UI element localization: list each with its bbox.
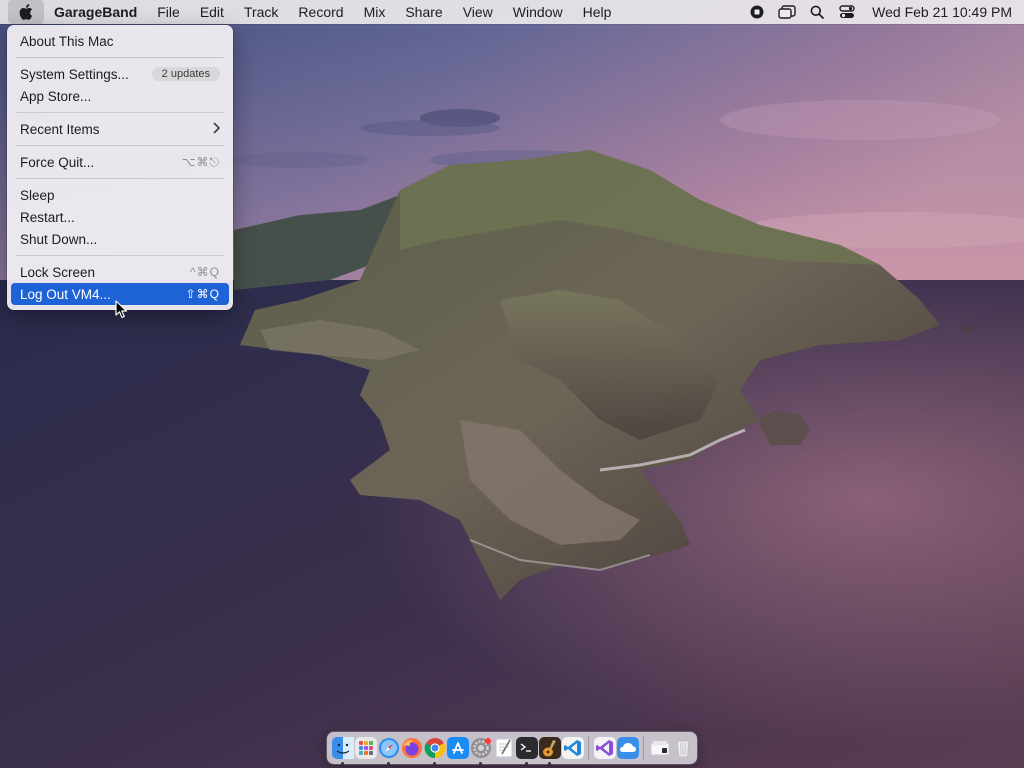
downloads-folder-icon[interactable]: [649, 737, 671, 759]
menu-bar-status-area: Wed Feb 21 10:49 PM: [742, 0, 1024, 24]
menu-view[interactable]: View: [453, 0, 503, 24]
menu-separator: [16, 112, 224, 113]
menu-separator: [16, 178, 224, 179]
stage-manager-icon[interactable]: [772, 0, 802, 24]
menu-mix[interactable]: Mix: [354, 0, 396, 24]
apple-menu-dropdown: About This Mac System Settings... 2 upda…: [7, 25, 233, 310]
running-indicator: [524, 762, 528, 765]
running-indicator: [386, 762, 390, 765]
finder-icon[interactable]: [331, 737, 354, 765]
dock: [327, 732, 697, 765]
menu-edit[interactable]: Edit: [190, 0, 234, 24]
trash-icon[interactable]: [672, 737, 694, 759]
menu-log-out-label: Log Out VM4...: [20, 286, 111, 302]
menu-separator: [16, 57, 224, 58]
dock-separator: [588, 736, 589, 760]
screen-record-icon[interactable]: [742, 0, 772, 24]
menu-shut-down[interactable]: Shut Down...: [11, 228, 229, 250]
menu-separator: [16, 145, 224, 146]
menu-restart[interactable]: Restart...: [11, 206, 229, 228]
terminal-icon[interactable]: [515, 737, 538, 765]
chrome-icon[interactable]: [424, 737, 446, 765]
menu-force-quit[interactable]: Force Quit... ⌥⌘⎋: [11, 151, 229, 173]
safari-icon[interactable]: [378, 737, 400, 765]
icloud-drive-icon[interactable]: [616, 737, 639, 759]
launchpad-icon[interactable]: [354, 737, 377, 759]
menu-record[interactable]: Record: [288, 0, 353, 24]
force-quit-shortcut: ⌥⌘⎋: [181, 154, 220, 169]
textedit-icon[interactable]: [493, 737, 515, 759]
apple-menu-icon[interactable]: [8, 0, 44, 24]
menu-restart-label: Restart...: [20, 209, 75, 225]
running-indicator: [340, 762, 344, 765]
control-center-icon[interactable]: [832, 0, 862, 24]
menu-about-this-mac-label: About This Mac: [20, 33, 114, 49]
lock-screen-shortcut: ^⌘Q: [190, 265, 220, 279]
menu-recent-items[interactable]: Recent Items: [11, 118, 229, 140]
menu-about-this-mac[interactable]: About This Mac: [11, 30, 229, 52]
menu-sleep-label: Sleep: [20, 187, 55, 203]
menu-force-quit-label: Force Quit...: [20, 154, 95, 170]
menu-app-store-label: App Store...: [20, 88, 92, 104]
running-indicator: [478, 762, 482, 765]
updates-badge: 2 updates: [151, 67, 220, 81]
system-settings-icon[interactable]: [470, 737, 492, 765]
menu-track[interactable]: Track: [234, 0, 288, 24]
visual-studio-icon[interactable]: [593, 737, 616, 759]
chevron-right-icon: [212, 121, 221, 137]
menu-system-settings-label: System Settings...: [20, 66, 129, 82]
menu-app-name[interactable]: GarageBand: [44, 0, 147, 24]
dock-separator: [643, 736, 644, 760]
running-indicator: [432, 762, 436, 765]
menu-system-settings[interactable]: System Settings... 2 updates: [11, 63, 229, 85]
menu-app-store[interactable]: App Store...: [11, 85, 229, 107]
menu-window[interactable]: Window: [503, 0, 573, 24]
running-indicator: [547, 762, 551, 765]
mouse-pointer-icon: [115, 300, 129, 320]
menu-lock-screen[interactable]: Lock Screen ^⌘Q: [11, 261, 229, 283]
menu-shut-down-label: Shut Down...: [20, 231, 98, 247]
menu-lock-screen-label: Lock Screen: [20, 264, 96, 280]
menu-help[interactable]: Help: [573, 0, 622, 24]
vscode-icon[interactable]: [561, 737, 584, 759]
garageband-icon[interactable]: [538, 737, 561, 765]
menu-file[interactable]: File: [147, 0, 190, 24]
log-out-shortcut: ⇧⌘Q: [185, 287, 220, 301]
spotlight-search-icon[interactable]: [802, 0, 832, 24]
firefox-icon[interactable]: [401, 737, 423, 759]
app-store-icon[interactable]: [446, 737, 469, 759]
menu-recent-items-label: Recent Items: [20, 121, 100, 137]
menu-sleep[interactable]: Sleep: [11, 184, 229, 206]
menu-bar: GarageBand File Edit Track Record Mix Sh…: [0, 0, 1024, 24]
menu-share[interactable]: Share: [395, 0, 452, 24]
menu-bar-clock[interactable]: Wed Feb 21 10:49 PM: [862, 4, 1012, 20]
menu-separator: [16, 255, 224, 256]
